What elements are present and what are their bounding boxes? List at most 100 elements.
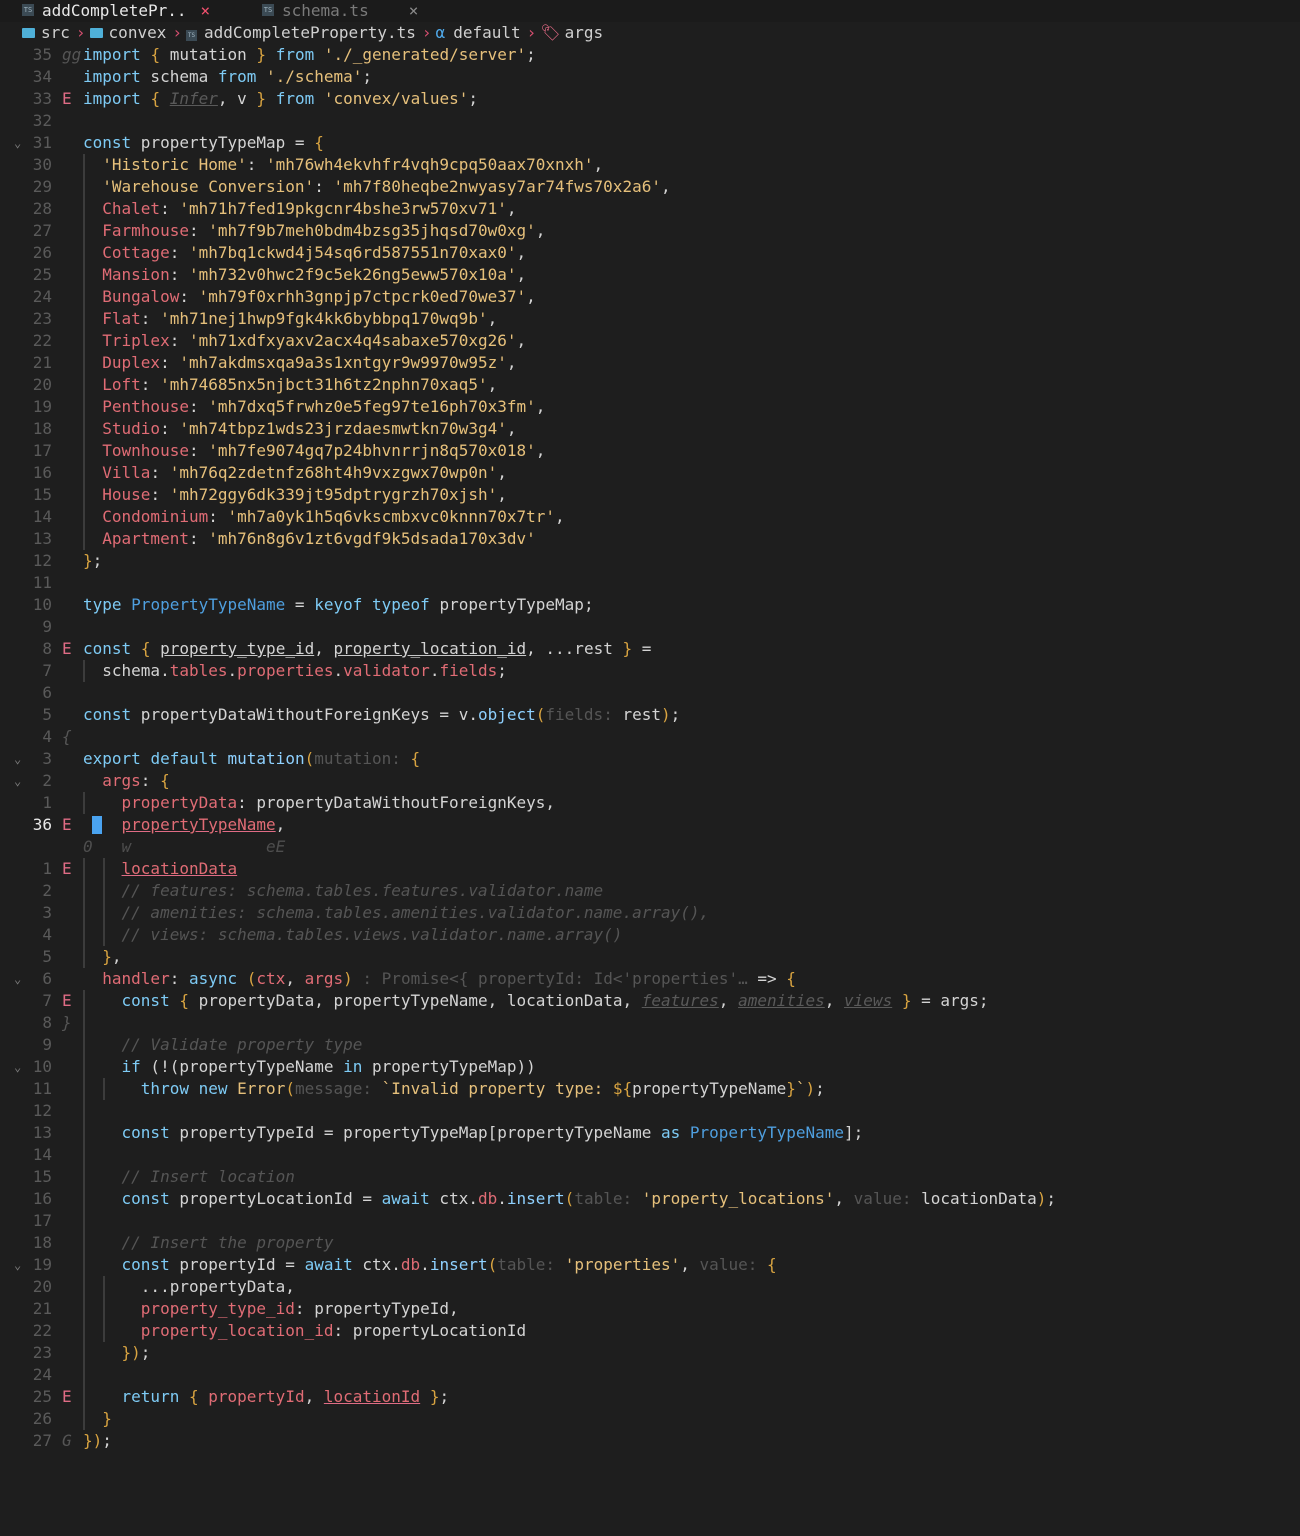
code-line[interactable]: 27 G}); [0, 1430, 1300, 1452]
code-line[interactable]: 30 'Historic Home': 'mh76wh4ekvhfr4vqh9c… [0, 154, 1300, 176]
line-number: 21 [32, 1299, 52, 1318]
code-line[interactable]: 12}; [0, 550, 1300, 572]
code-line[interactable]: 5 }, [0, 946, 1300, 968]
code-line[interactable]: 16 const propertyLocationId = await ctx.… [0, 1188, 1300, 1210]
code-line[interactable]: 11 throw new Error(message: `Invalid pro… [0, 1078, 1300, 1100]
code-text: propertyTypeName, [121, 815, 286, 834]
code-text: Villa: 'mh76q2zdetnfz68ht4h9vxzgwx70wp0n… [102, 463, 507, 482]
code-line[interactable]: 12 [0, 1100, 1300, 1122]
code-line[interactable]: 17 [0, 1210, 1300, 1232]
code-line[interactable]: 7 schema.tables.properties.validator.fie… [0, 660, 1300, 682]
code-line[interactable]: 4{ [0, 726, 1300, 748]
code-line[interactable]: 24 [0, 1364, 1300, 1386]
code-line[interactable]: 17 Townhouse: 'mh7fe9074gq7p24bhvnrrjn8q… [0, 440, 1300, 462]
code-line[interactable]: 29 'Warehouse Conversion': 'mh7f80heqbe2… [0, 176, 1300, 198]
code-line[interactable]: 11 [0, 572, 1300, 594]
code-text: const propertyDataWithoutForeignKeys = v… [83, 705, 681, 724]
fold-chevron-icon[interactable]: ⌄ [14, 1254, 21, 1276]
code-line[interactable]: 10 ⌄ if (!(propertyTypeName in propertyTy… [0, 1056, 1300, 1078]
code-line[interactable]: 15 // Insert location [0, 1166, 1300, 1188]
code-line[interactable]: 25 Mansion: 'mh732v0hwc2f9c5ek26ng5eww57… [0, 264, 1300, 286]
code-line[interactable]: 26 Cottage: 'mh7bq1ckwd4j54sq6rd587551n7… [0, 242, 1300, 264]
code-line[interactable]: 20 Loft: 'mh74685nx5njbct31h6tz2nphn70xa… [0, 374, 1300, 396]
line-number: 25 [32, 1387, 52, 1406]
fold-chevron-icon[interactable]: ⌄ [14, 132, 21, 154]
code-line[interactable]: 28 Chalet: 'mh71h7fed19pkgcnr4bshe3rw570… [0, 198, 1300, 220]
code-line[interactable]: 2 // features: schema.tables.features.va… [0, 880, 1300, 902]
fold-chevron-icon[interactable]: ⌄ [14, 1056, 21, 1078]
code-line[interactable]: 1 propertyData: propertyDataWithoutForei… [0, 792, 1300, 814]
tab-close-icon[interactable]: × [201, 1, 211, 20]
breadcrumb-file[interactable]: TS addCompleteProperty.ts [185, 22, 416, 44]
code-line[interactable]: 1E locationData [0, 858, 1300, 880]
code-line[interactable]: 6 [0, 682, 1300, 704]
code-line[interactable]: 18 // Insert the property [0, 1232, 1300, 1254]
line-number: 24 [32, 287, 52, 306]
code-line[interactable]: 19 Penthouse: 'mh7dxq5frwhz0e5feg97te16p… [0, 396, 1300, 418]
code-line[interactable]: 36 E propertyTypeName, [0, 814, 1300, 836]
code-line[interactable]: 13 Apartment: 'mh76n8g6v1zt6vgdf9k5dsada… [0, 528, 1300, 550]
code-line[interactable]: 14 Condominium: 'mh7a0yk1h5q6vkscmbxvc0k… [0, 506, 1300, 528]
line-number: 28 [32, 199, 52, 218]
code-line[interactable]: 3 ⌄ export default mutation(mutation: { [0, 748, 1300, 770]
code-line[interactable]: 15 House: 'mh72ggy6dk339jt95dptrygrzh70x… [0, 484, 1300, 506]
code-line[interactable]: 7E const { propertyData, propertyTypeNam… [0, 990, 1300, 1012]
code-line[interactable]: 35 gg import { mutation } from './_generat… [0, 44, 1300, 66]
breadcrumb-src[interactable]: src [22, 22, 70, 44]
code-line[interactable]: 33 Eimport { Infer, v } from 'convex/valu… [0, 88, 1300, 110]
code-text: import { mutation } from './_generated/s… [83, 45, 536, 64]
code-line[interactable]: 23 }); [0, 1342, 1300, 1364]
line-number: 17 [32, 1211, 52, 1230]
code-text: const propertyTypeId = propertyTypeMap[p… [121, 1123, 864, 1142]
line-number: 19 [32, 1255, 52, 1274]
code-line[interactable]: 27 Farmhouse: 'mh7f9b7meh0bdm4bzsg35jhqs… [0, 220, 1300, 242]
code-line[interactable]: 10 type PropertyTypeName = keyof typeof p… [0, 594, 1300, 616]
code-line[interactable]: 13 const propertyTypeId = propertyTypeMa… [0, 1122, 1300, 1144]
code-text: 'Warehouse Conversion': 'mh7f80heqbe2nwy… [102, 177, 671, 196]
code-line[interactable]: 4 // views: schema.tables.views.validato… [0, 924, 1300, 946]
line-number: 11 [32, 1079, 52, 1098]
code-line[interactable]: 21 Duplex: 'mh7akdmsxqa9a3s1xntgyr9w9970… [0, 352, 1300, 374]
tab-schema[interactable]: TS schema.ts × [262, 0, 418, 22]
code-editor[interactable]: 35 gg import { mutation } from './_generat… [0, 44, 1300, 1452]
code-line[interactable]: 9 // Validate property type [0, 1034, 1300, 1056]
code-line[interactable]: 18 Studio: 'mh74tbpz1wds23jrzdaesmwtkn70… [0, 418, 1300, 440]
code-line[interactable]: 6 ⌄ handler: async (ctx, args) : Promise<… [0, 968, 1300, 990]
breadcrumb-args[interactable]: 🏷 args [540, 22, 603, 44]
code-line[interactable]: 20 ...propertyData, [0, 1276, 1300, 1298]
code-line[interactable]: 9 [0, 616, 1300, 638]
fold-chevron-icon[interactable]: ⌄ [14, 770, 21, 792]
code-line[interactable]: 2 ⌄ args: { [0, 770, 1300, 792]
gutter-marker: { [62, 727, 72, 746]
code-line[interactable]: 21 property_type_id: propertyTypeId, [0, 1298, 1300, 1320]
code-text: schema.tables.properties.validator.field… [83, 661, 507, 680]
code-line[interactable]: 26 } [0, 1408, 1300, 1430]
tab-addcompleteproperty[interactable]: TS addCompletePr.. × [22, 0, 210, 22]
code-line[interactable]: 23 Flat: 'mh71nej1hwp9fgk4kk6bybbpq170wq… [0, 308, 1300, 330]
code-line[interactable]: 25 E return { propertyId, locationId }; [0, 1386, 1300, 1408]
breadcrumb-default[interactable]: α default [436, 22, 521, 44]
fold-chevron-icon[interactable]: ⌄ [14, 748, 21, 770]
code-line[interactable]: 8} [0, 1012, 1300, 1034]
fold-chevron-icon[interactable]: ⌄ [14, 968, 21, 990]
code-line[interactable]: 5 const propertyDataWithoutForeignKeys = … [0, 704, 1300, 726]
code-line[interactable]: 31 ⌄ const propertyTypeMap = { [0, 132, 1300, 154]
code-line[interactable]: 24 Bungalow: 'mh79f0xrhh3gnpjp7ctpcrk0ed… [0, 286, 1300, 308]
code-line[interactable]: 0 w eE [0, 836, 1300, 858]
code-line[interactable]: 22 property_location_id: propertyLocatio… [0, 1320, 1300, 1342]
line-number: 35 [32, 45, 52, 64]
code-line[interactable]: 8 Econst { property_type_id, property_loc… [0, 638, 1300, 660]
code-line[interactable]: 19 ⌄ const propertyId = await ctx.db.inse… [0, 1254, 1300, 1276]
code-text: Duplex: 'mh7akdmsxqa9a3s1xntgyr9w9970w95… [102, 353, 517, 372]
code-line[interactable]: 34 import schema from './schema'; [0, 66, 1300, 88]
code-line[interactable]: 3 // amenities: schema.tables.amenities.… [0, 902, 1300, 924]
breadcrumb-convex[interactable]: convex [89, 22, 166, 44]
tab-close-icon[interactable]: × [409, 1, 419, 20]
line-number: 7 [42, 661, 52, 680]
code-line[interactable]: 32 [0, 110, 1300, 132]
code-line[interactable]: 16 Villa: 'mh76q2zdetnfz68ht4h9vxzgwx70w… [0, 462, 1300, 484]
line-number: 34 [32, 67, 52, 86]
code-line[interactable]: 14 [0, 1144, 1300, 1166]
code-line[interactable]: 22 Triplex: 'mh71xdfxyaxv2acx4q4sabaxe57… [0, 330, 1300, 352]
line-number: 23 [32, 309, 52, 328]
